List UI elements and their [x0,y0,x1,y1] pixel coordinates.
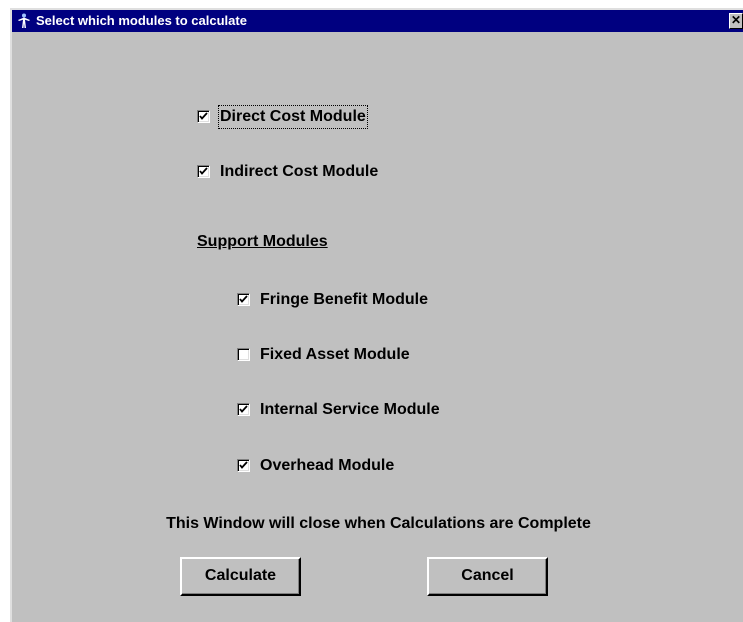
checkmark-icon [239,295,248,303]
overhead-label[interactable]: Overhead Module [260,456,394,476]
fixed-asset-label[interactable]: Fixed Asset Module [260,345,410,365]
fixed-asset-checkbox[interactable] [237,348,250,361]
calculate-button[interactable]: Calculate [180,557,301,596]
overhead-checkbox[interactable] [237,459,250,472]
internal-service-label[interactable]: Internal Service Module [260,400,440,420]
dialog-window: Select which modules to calculate ✕ Dire… [10,8,743,622]
title-bar[interactable]: Select which modules to calculate ✕ [12,10,743,32]
fringe-benefit-checkbox[interactable] [237,293,250,306]
cancel-button[interactable]: Cancel [427,557,548,596]
close-icon: ✕ [730,13,742,27]
direct-cost-checkbox[interactable] [197,110,210,123]
indirect-cost-label[interactable]: Indirect Cost Module [220,162,378,182]
checkmark-icon [199,112,208,120]
window-title: Select which modules to calculate [36,13,247,28]
status-message: This Window will close when Calculations… [166,515,591,532]
indirect-cost-checkbox[interactable] [197,165,210,178]
support-modules-heading: Support Modules [197,233,328,250]
checkmark-icon [239,405,248,413]
close-button[interactable]: ✕ [729,13,743,29]
checkmark-icon [199,167,208,175]
internal-service-checkbox[interactable] [237,403,250,416]
fringe-benefit-label[interactable]: Fringe Benefit Module [260,290,428,310]
checkmark-icon [239,461,248,469]
app-figure-icon [16,13,32,29]
direct-cost-label[interactable]: Direct Cost Module [218,105,368,129]
